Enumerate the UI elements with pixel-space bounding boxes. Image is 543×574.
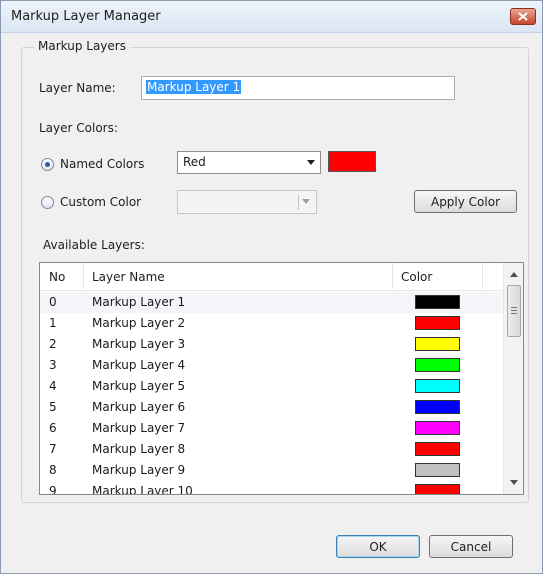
row-color-swatch <box>415 484 460 494</box>
row-color-swatch <box>415 442 460 456</box>
row-number: 1 <box>49 316 57 330</box>
scroll-down-arrow-icon[interactable] <box>510 480 518 485</box>
custom-color-dropdown[interactable] <box>177 190 317 214</box>
table-row[interactable]: 0 Markup Layer 1 <box>40 292 503 313</box>
available-layers-list[interactable]: No Layer Name Color 0 Markup Layer 1 1 Mark… <box>39 262 524 495</box>
close-icon <box>518 12 528 21</box>
row-layer-name: Markup Layer 5 <box>92 379 186 393</box>
ok-button[interactable]: OK <box>336 535 420 558</box>
table-row[interactable]: 9 Markup Layer 10 <box>40 481 503 495</box>
layer-name-label: Layer Name: <box>39 81 116 95</box>
row-layer-name: Markup Layer 3 <box>92 337 186 351</box>
row-number: 9 <box>49 484 57 495</box>
row-layer-name: Markup Layer 10 <box>92 484 193 495</box>
table-row[interactable]: 1 Markup Layer 2 <box>40 313 503 334</box>
column-divider <box>392 263 393 289</box>
row-number: 3 <box>49 358 57 372</box>
grip-line <box>511 313 517 314</box>
window-title: Markup Layer Manager <box>11 9 161 24</box>
selected-color-swatch <box>328 151 376 172</box>
named-colors-radio[interactable] <box>41 158 54 171</box>
layer-name-value: Markup Layer 1 <box>146 80 242 94</box>
apply-color-button[interactable]: Apply Color <box>414 190 517 213</box>
layer-colors-label: Layer Colors: <box>39 121 118 135</box>
row-color-swatch <box>415 421 460 435</box>
markup-layer-manager-dialog: Markup Layer Manager Markup Layers Layer… <box>0 0 543 574</box>
row-layer-name: Markup Layer 8 <box>92 442 186 456</box>
close-button[interactable] <box>510 8 536 25</box>
row-layer-name: Markup Layer 7 <box>92 421 186 435</box>
column-header-layer-name[interactable]: Layer Name <box>92 270 165 284</box>
custom-color-label[interactable]: Custom Color <box>60 195 141 209</box>
group-label: Markup Layers <box>34 39 130 53</box>
chevron-down-icon <box>302 199 310 204</box>
table-row[interactable]: 4 Markup Layer 5 <box>40 376 503 397</box>
custom-color-radio[interactable] <box>41 196 54 209</box>
named-colors-label[interactable]: Named Colors <box>60 157 144 171</box>
named-colors-value: Red <box>183 155 206 169</box>
layer-name-input[interactable]: Markup Layer 1 <box>141 76 455 100</box>
list-header: No Layer Name Color <box>40 263 503 291</box>
row-layer-name: Markup Layer 2 <box>92 316 186 330</box>
row-layer-name: Markup Layer 4 <box>92 358 186 372</box>
row-layer-name: Markup Layer 1 <box>92 295 186 309</box>
cancel-button[interactable]: Cancel <box>429 535 513 558</box>
column-header-no[interactable]: No <box>49 270 65 284</box>
scroll-thumb[interactable] <box>507 285 521 337</box>
grip-line <box>511 310 517 311</box>
chevron-down-icon <box>307 160 315 165</box>
column-header-color[interactable]: Color <box>401 270 432 284</box>
named-colors-dropdown[interactable]: Red <box>177 151 321 174</box>
row-color-swatch <box>415 295 460 309</box>
table-row[interactable]: 8 Markup Layer 9 <box>40 460 503 481</box>
row-color-swatch <box>415 400 460 414</box>
title-bar: Markup Layer Manager <box>1 1 542 33</box>
row-layer-name: Markup Layer 6 <box>92 400 186 414</box>
row-color-swatch <box>415 337 460 351</box>
table-row[interactable]: 2 Markup Layer 3 <box>40 334 503 355</box>
row-number: 6 <box>49 421 57 435</box>
row-layer-name: Markup Layer 9 <box>92 463 186 477</box>
grip-line <box>511 307 517 308</box>
row-number: 2 <box>49 337 57 351</box>
row-number: 8 <box>49 463 57 477</box>
row-color-swatch <box>415 358 460 372</box>
list-scrollbar[interactable] <box>503 263 523 494</box>
row-color-swatch <box>415 463 460 477</box>
scroll-up-arrow-icon[interactable] <box>510 272 518 277</box>
column-divider <box>482 263 483 289</box>
column-divider <box>83 263 84 289</box>
row-color-swatch <box>415 379 460 393</box>
dropdown-separator <box>298 195 299 210</box>
row-color-swatch <box>415 316 460 330</box>
row-number: 5 <box>49 400 57 414</box>
list-rows: 0 Markup Layer 1 1 Markup Layer 2 2 Markup La… <box>40 292 503 495</box>
available-layers-label: Available Layers: <box>43 238 145 252</box>
table-row[interactable]: 7 Markup Layer 8 <box>40 439 503 460</box>
table-row[interactable]: 5 Markup Layer 6 <box>40 397 503 418</box>
table-row[interactable]: 3 Markup Layer 4 <box>40 355 503 376</box>
row-number: 0 <box>49 295 57 309</box>
table-row[interactable]: 6 Markup Layer 7 <box>40 418 503 439</box>
row-number: 7 <box>49 442 57 456</box>
row-number: 4 <box>49 379 57 393</box>
